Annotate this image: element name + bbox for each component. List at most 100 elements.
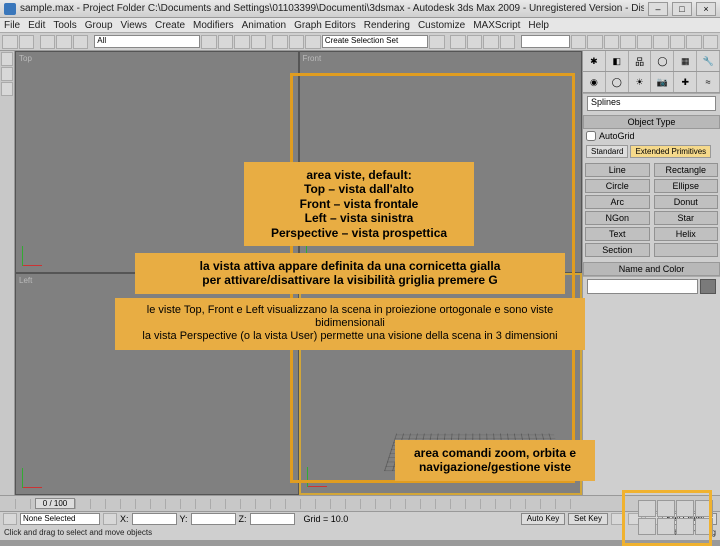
x-input[interactable] <box>132 513 177 525</box>
link-button[interactable] <box>40 35 56 49</box>
callout-viewport-default: area viste, default: Top – vista dall'al… <box>244 162 474 246</box>
tab-create-icon[interactable]: ✱ <box>583 51 606 71</box>
angle-snap-toggle[interactable] <box>467 35 483 49</box>
left-tool-3[interactable] <box>1 82 13 96</box>
time-slider-thumb[interactable]: 0 / 100 <box>35 498 75 509</box>
snap-toggle[interactable] <box>450 35 466 49</box>
cat-shapes-icon[interactable]: ◯ <box>606 72 629 92</box>
callout-text: per attivare/disattivare la visibilità g… <box>202 273 497 287</box>
cat-helpers-icon[interactable]: ✚ <box>674 72 697 92</box>
create-ngon-button[interactable]: NGon <box>585 211 650 225</box>
maximize-viewport-button[interactable] <box>695 518 713 535</box>
create-donut-button[interactable]: Donut <box>654 195 719 209</box>
time-slider[interactable]: 0 / 100 <box>0 496 720 512</box>
field-of-view-button[interactable] <box>638 518 656 535</box>
rotate-button[interactable] <box>289 35 305 49</box>
object-name-input[interactable] <box>587 279 698 294</box>
schematic-button[interactable] <box>637 35 653 49</box>
menu-views[interactable]: Views <box>121 20 148 31</box>
selection-filter[interactable]: All <box>94 35 200 48</box>
tab-modify-icon[interactable]: ◧ <box>606 51 629 71</box>
left-tool-1[interactable] <box>1 52 13 66</box>
menu-customize[interactable]: Customize <box>418 20 465 31</box>
create-rectangle-button[interactable]: Rectangle <box>654 163 719 177</box>
menu-tools[interactable]: Tools <box>53 20 76 31</box>
rollout-name-color[interactable]: Name and Color <box>583 262 720 276</box>
menu-animation[interactable]: Animation <box>242 20 286 31</box>
cat-cameras-icon[interactable]: 📷 <box>651 72 674 92</box>
create-helix-button[interactable]: Helix <box>654 227 719 241</box>
select-name-button[interactable] <box>218 35 234 49</box>
curve-editor-button[interactable] <box>620 35 636 49</box>
menu-rendering[interactable]: Rendering <box>364 20 410 31</box>
object-color-swatch[interactable] <box>700 279 716 294</box>
center-pivot-button[interactable] <box>429 35 445 49</box>
cat-spacewarps-icon[interactable]: ≈ <box>697 72 720 92</box>
menu-graph-editors[interactable]: Graph Editors <box>294 20 356 31</box>
create-star-button[interactable]: Star <box>654 211 719 225</box>
subcategory-dropdown[interactable]: Splines <box>587 96 716 111</box>
autogrid-checkbox[interactable] <box>586 131 596 141</box>
tab-hierarchy-icon[interactable]: 品 <box>629 51 652 71</box>
tab-motion-icon[interactable]: ◯ <box>651 51 674 71</box>
maximize-button[interactable]: □ <box>672 2 692 16</box>
create-section-button[interactable]: Section <box>585 243 650 257</box>
tab-utilities-icon[interactable]: 🔧 <box>697 51 720 71</box>
select-region-button[interactable] <box>234 35 250 49</box>
named-selection-set-input[interactable] <box>521 35 569 48</box>
create-arc-button[interactable]: Arc <box>585 195 650 209</box>
tab-display-icon[interactable]: ▦ <box>674 51 697 71</box>
window-titlebar: sample.max - Project Folder C:\Documents… <box>0 0 720 18</box>
subtab-standard[interactable]: Standard <box>586 145 628 158</box>
material-editor-button[interactable] <box>653 35 669 49</box>
spinner-snap-toggle[interactable] <box>500 35 516 49</box>
create-text-button[interactable]: Text <box>585 227 650 241</box>
bind-button[interactable] <box>73 35 89 49</box>
render-setup-button[interactable] <box>670 35 686 49</box>
create-ellipse-button[interactable]: Ellipse <box>654 179 719 193</box>
rollout-object-type[interactable]: Object Type <box>583 115 720 129</box>
menu-edit[interactable]: Edit <box>28 20 45 31</box>
create-line-button[interactable]: Line <box>585 163 650 177</box>
render-frame-button[interactable] <box>686 35 702 49</box>
y-input[interactable] <box>191 513 236 525</box>
select-button[interactable] <box>201 35 217 49</box>
menu-group[interactable]: Group <box>85 20 113 31</box>
percent-snap-toggle[interactable] <box>483 35 499 49</box>
minimize-button[interactable]: – <box>648 2 668 16</box>
layers-button[interactable] <box>604 35 620 49</box>
menu-create[interactable]: Create <box>155 20 185 31</box>
orbit-button[interactable] <box>676 518 694 535</box>
transform-type-in-icon[interactable] <box>103 513 117 525</box>
window-crossing-button[interactable] <box>251 35 267 49</box>
left-tool-2[interactable] <box>1 67 13 81</box>
zoom-extents-all-button[interactable] <box>695 500 713 517</box>
redo-button[interactable] <box>19 35 35 49</box>
unlink-button[interactable] <box>56 35 72 49</box>
lock-selection-icon[interactable] <box>3 513 17 525</box>
reference-coord[interactable]: Create Selection Set <box>322 35 428 48</box>
mirror-button[interactable] <box>571 35 587 49</box>
menu-file[interactable]: File <box>4 20 20 31</box>
menu-modifiers[interactable]: Modifiers <box>193 20 234 31</box>
cat-lights-icon[interactable]: ☀ <box>629 72 652 92</box>
prev-key-button[interactable] <box>611 513 625 525</box>
pan-button[interactable] <box>657 518 675 535</box>
set-key-button[interactable]: Set Key <box>568 513 608 525</box>
move-button[interactable] <box>272 35 288 49</box>
zoom-button[interactable] <box>638 500 656 517</box>
close-button[interactable]: × <box>696 2 716 16</box>
menu-maxscript[interactable]: MAXScript <box>473 20 520 31</box>
undo-button[interactable] <box>2 35 18 49</box>
menu-help[interactable]: Help <box>528 20 549 31</box>
create-circle-button[interactable]: Circle <box>585 179 650 193</box>
subtab-extended[interactable]: Extended Primitives <box>630 145 711 158</box>
auto-key-button[interactable]: Auto Key <box>521 513 565 525</box>
cat-geometry-icon[interactable]: ◉ <box>583 72 606 92</box>
align-button[interactable] <box>587 35 603 49</box>
zoom-extents-button[interactable] <box>676 500 694 517</box>
render-button[interactable] <box>703 35 719 49</box>
z-input[interactable] <box>250 513 295 525</box>
zoom-all-button[interactable] <box>657 500 675 517</box>
scale-button[interactable] <box>305 35 321 49</box>
